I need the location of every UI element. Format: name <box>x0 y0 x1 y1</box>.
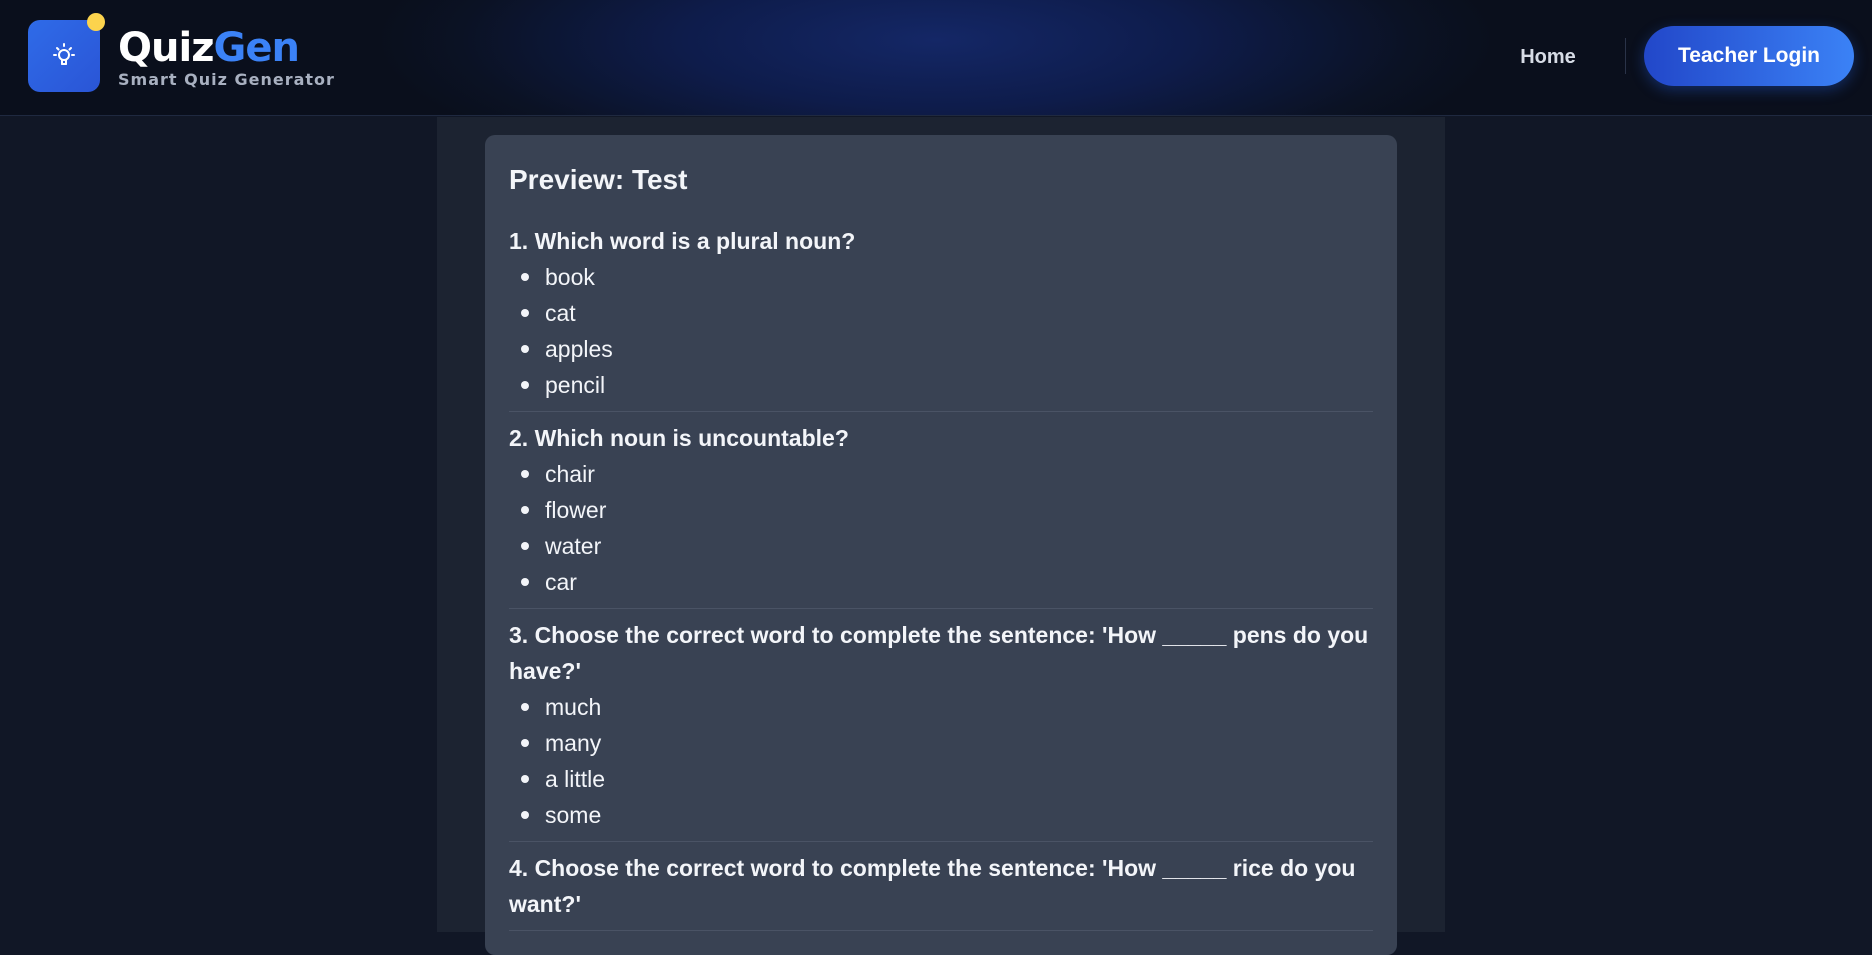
brand-name-gen: Gen <box>213 25 299 71</box>
option-list: chair flower water car <box>509 456 1373 600</box>
option-item: chair <box>509 456 1373 492</box>
option-item: book <box>509 259 1373 295</box>
option-item: flower <box>509 492 1373 528</box>
option-item: car <box>509 564 1373 600</box>
question-text: 4. Choose the correct word to complete t… <box>509 855 1356 917</box>
option-item: much <box>509 689 1373 725</box>
notification-dot <box>87 13 105 31</box>
option-item: some <box>509 797 1373 833</box>
question-item: 4. Choose the correct word to complete t… <box>509 850 1373 931</box>
preview-title: Preview: Test <box>509 164 688 195</box>
brand-tagline: Smart Quiz Generator <box>118 70 335 89</box>
question-item: 2. Which noun is uncountable? chair flow… <box>509 420 1373 609</box>
teacher-login-button[interactable]: Teacher Login <box>1644 26 1854 86</box>
question-text: 2. Which noun is uncountable? <box>509 425 849 451</box>
question-text: 1. Which word is a plural noun? <box>509 228 856 254</box>
option-item: a little <box>509 761 1373 797</box>
option-list: book cat apples pencil <box>509 259 1373 403</box>
option-item: cat <box>509 295 1373 331</box>
option-list: much many a little some <box>509 689 1373 833</box>
brand[interactable]: QuizGen Smart Quiz Generator <box>118 24 335 89</box>
brand-name: QuizGen <box>118 24 335 72</box>
option-item: pencil <box>509 367 1373 403</box>
logo-badge[interactable] <box>28 20 100 92</box>
nav-home-link[interactable]: Home <box>1500 42 1596 72</box>
option-item: water <box>509 528 1373 564</box>
option-item: many <box>509 725 1373 761</box>
question-item: 1. Which word is a plural noun? book cat… <box>509 223 1373 412</box>
nav-divider <box>1625 38 1626 74</box>
top-header: QuizGen Smart Quiz Generator Home Teache… <box>0 0 1872 116</box>
brand-name-quiz: Quiz <box>118 25 214 71</box>
question-text: 3. Choose the correct word to complete t… <box>509 622 1369 684</box>
preview-card: Preview: Test 1. Which word is a plural … <box>485 135 1397 955</box>
question-item: 3. Choose the correct word to complete t… <box>509 617 1373 842</box>
lightbulb-icon <box>53 43 75 65</box>
option-item: apples <box>509 331 1373 367</box>
